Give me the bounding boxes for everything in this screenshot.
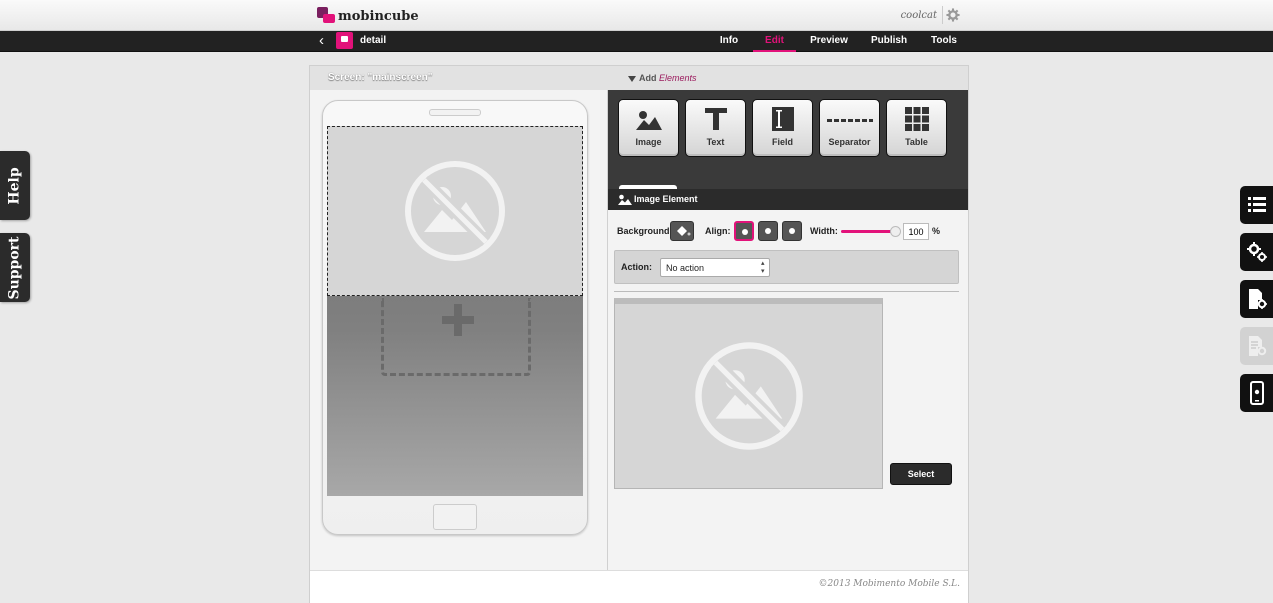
collapse-triangle-icon [628, 75, 636, 82]
phone-screen [327, 126, 583, 496]
image-element-title: Image Element [634, 194, 698, 204]
image-element-header: Image Element [608, 189, 968, 210]
back-chevron-icon[interactable]: ‹ [319, 33, 324, 49]
help-tab[interactable]: Help [0, 151, 30, 220]
align-label: Align: [705, 226, 731, 236]
list-tool-button[interactable] [1240, 186, 1273, 224]
paint-bucket-icon [677, 226, 691, 236]
width-slider-track[interactable] [841, 230, 896, 233]
add-separator-button[interactable]: Separator [819, 99, 880, 157]
field-label: Field [771, 137, 793, 147]
tab-publish[interactable]: Publish [858, 31, 920, 52]
table-label: Table [905, 137, 928, 147]
select-image-button[interactable]: Select [890, 463, 952, 485]
tab-edit[interactable]: Edit [753, 31, 796, 52]
width-label: Width: [810, 226, 838, 236]
selected-image-element[interactable] [327, 126, 583, 296]
list-icon [1247, 197, 1266, 212]
phone-speaker [429, 109, 481, 116]
separator-label: Separator [828, 137, 871, 147]
image-preview [614, 298, 883, 489]
settings-gear-icon[interactable] [946, 8, 960, 22]
plus-icon [442, 304, 474, 336]
add-elements-title: Add Elements [628, 73, 697, 83]
tab-preview[interactable]: Preview [800, 31, 858, 52]
logo-mark [317, 7, 335, 25]
phone-home-button [433, 504, 477, 530]
background-label: Background: [617, 226, 673, 236]
add-element-drop-zone[interactable] [381, 298, 531, 376]
width-unit: % [932, 226, 941, 236]
tab-info[interactable]: Info [708, 31, 750, 52]
width-slider-handle[interactable] [890, 226, 901, 237]
no-image-icon [694, 342, 803, 450]
action-label: Action: [621, 262, 652, 272]
width-input[interactable] [903, 223, 929, 240]
help-label: Help [7, 166, 23, 205]
screen-title: Screen: "mainscreen" [328, 72, 433, 83]
divider [942, 6, 943, 24]
add-elements-header[interactable]: Add Elements [608, 66, 968, 90]
nav-tabs: Info Edit Preview Publish Tools [708, 31, 968, 52]
mobile-preview-button[interactable] [1240, 374, 1273, 412]
separator-icon [827, 119, 873, 122]
align-left-button[interactable] [734, 221, 754, 241]
settings-tool-button[interactable] [1240, 233, 1273, 271]
properties-column: Add Elements Image Text Field Separator … [608, 66, 968, 570]
app-name: detail [360, 35, 387, 46]
add-field-button[interactable]: Field [752, 99, 813, 157]
screen-preview-column: Screen: "mainscreen" [310, 66, 608, 570]
field-icon [772, 107, 794, 131]
elements-toolbar: Image Text Field Separator Table [608, 90, 968, 189]
add-image-button[interactable]: Image [618, 99, 679, 157]
support-label: Support [7, 235, 23, 300]
add-text-button[interactable]: Text [685, 99, 746, 157]
action-section: Action: No action [614, 250, 959, 284]
screen-header: Screen: "mainscreen" [310, 66, 608, 90]
image-element-icon [618, 194, 632, 205]
support-tab[interactable]: Support [0, 233, 30, 302]
add-table-button[interactable]: Table [886, 99, 947, 157]
document-gear-icon [1248, 289, 1267, 309]
align-center-button[interactable] [758, 221, 778, 241]
editor-panel: Screen: "mainscreen" Add Elements Image … [309, 65, 969, 603]
image-icon [636, 111, 662, 130]
app-icon [336, 32, 353, 49]
user-name[interactable]: coolcat [901, 10, 937, 21]
background-picker-button[interactable] [670, 221, 694, 241]
copyright: ©2013 Mobimento Mobile S.L. [818, 579, 960, 589]
mobile-preview-icon [1249, 381, 1264, 405]
text-label: Text [706, 137, 725, 147]
add-prefix: Add [639, 73, 657, 83]
no-image-icon [405, 161, 505, 261]
brand-name: mobincube [338, 8, 419, 24]
table-icon [905, 107, 929, 131]
document-config-button[interactable] [1240, 327, 1273, 365]
top-bar: mobincube coolcat [0, 0, 1273, 31]
nav-bar: ‹ detail Info Edit Preview Publish Tools [0, 31, 1273, 52]
document-settings-button[interactable] [1240, 280, 1273, 318]
logo[interactable]: mobincube [317, 7, 419, 25]
footer: ©2013 Mobimento Mobile S.L. [310, 570, 968, 603]
divider [614, 291, 959, 292]
action-select[interactable]: No action [660, 258, 770, 277]
elements-label: Elements [659, 73, 697, 83]
image-label: Image [635, 137, 662, 147]
image-properties: Background: Align: Width: % [608, 220, 968, 250]
gears-icon [1246, 242, 1267, 262]
tab-tools[interactable]: Tools [920, 31, 968, 52]
phone-mockup [322, 100, 588, 535]
text-icon [705, 108, 727, 130]
align-right-button[interactable] [782, 221, 802, 241]
document-settings-icon [1248, 336, 1266, 356]
